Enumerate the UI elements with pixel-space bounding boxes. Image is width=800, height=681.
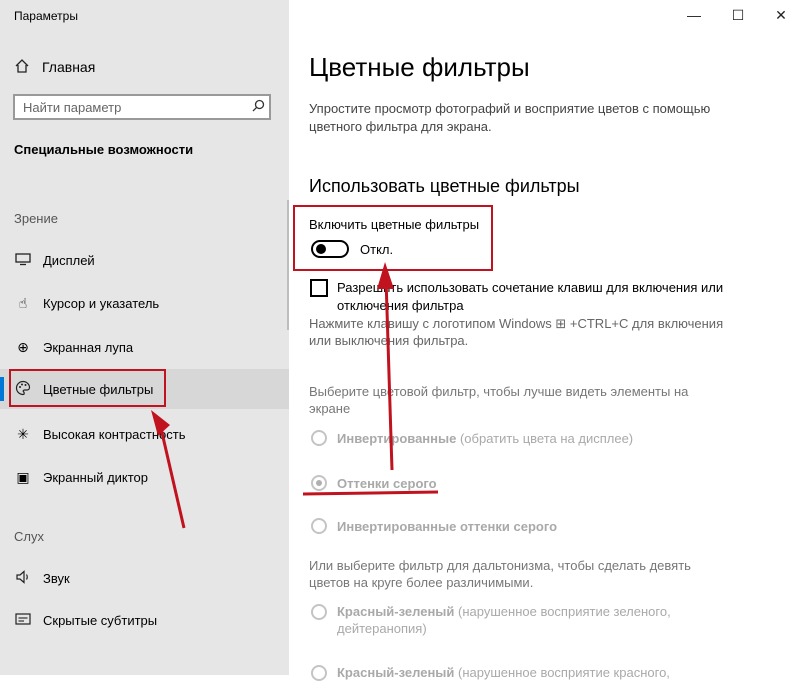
colorblind-text: Или выберите фильтр для дальтонизма, что…	[309, 558, 691, 590]
cursor-icon: ☝	[18, 294, 28, 311]
sidebar-item-label: Экранная лупа	[43, 339, 134, 355]
audio-icon	[14, 569, 32, 587]
radio-inverted-grayscale[interactable]	[311, 518, 327, 534]
radio-red-green-protanopia-label[interactable]: Красный-зеленый (нарушенное восприятие к…	[337, 664, 727, 681]
sidebar-item-high-contrast[interactable]: ✳ Высокая контрастность	[0, 414, 289, 454]
section-subheading: Использовать цветные фильтры	[309, 176, 580, 196]
page-description: Упростите просмотр фотографий и восприят…	[309, 101, 711, 134]
sidebar-item-label: Скрытые субтитры	[43, 612, 158, 628]
group-label-vision: Зрение	[14, 211, 58, 226]
section-title: Специальные возможности	[14, 142, 194, 157]
sidebar-item-label: Высокая контрастность	[43, 426, 186, 442]
group-label-hearing: Слух	[14, 529, 44, 544]
radio-label-text: Красный-зеленый	[337, 604, 455, 619]
radio-label-note: (обратить цвета на дисплее)	[459, 431, 634, 446]
sidebar-item-narrator[interactable]: ▣ Экранный диктор	[0, 457, 289, 497]
annotation-highlight-sidebar	[9, 369, 166, 407]
close-button[interactable]: ✕	[763, 4, 799, 26]
home-icon	[14, 58, 32, 77]
sidebar-item-magnifier[interactable]: ⊕ Экранная лупа	[0, 327, 289, 367]
radio-inverted-grayscale-label[interactable]: Инвертированные оттенки серого	[337, 518, 737, 535]
choose-filter-text: Выберите цветовой фильтр, чтобы лучше ви…	[309, 384, 689, 416]
magnifier-icon: ⊕	[17, 338, 29, 355]
sidebar-item-cursor[interactable]: ☝ Курсор и указатель	[0, 283, 289, 323]
shortcut-checkbox-label[interactable]: Разрешить использовать сочетание клавиш …	[337, 279, 757, 315]
radio-label-text: Инвертированные	[337, 431, 457, 446]
sidebar-item-audio[interactable]: Звук	[0, 558, 289, 598]
sidebar: Параметры Главная Специальные возможност…	[0, 0, 289, 675]
nav-home[interactable]: Главная	[0, 52, 289, 82]
sidebar-item-display[interactable]: Дисплей	[0, 240, 289, 280]
minimize-button[interactable]: —	[676, 4, 712, 26]
maximize-button[interactable]: ☐	[720, 4, 756, 26]
radio-label-text: Оттенки серого	[337, 476, 437, 491]
radio-label-note: (нарушенное восприятие красного,	[458, 665, 670, 680]
radio-inverted-label[interactable]: Инвертированные (обратить цвета на диспл…	[337, 430, 737, 447]
annotation-highlight-toggle	[293, 205, 493, 271]
radio-red-green-deuteranopia[interactable]	[311, 604, 327, 620]
search-input[interactable]	[15, 98, 247, 116]
sidebar-item-label: Звук	[43, 570, 70, 586]
captions-icon	[14, 612, 32, 629]
main-content: Цветные фильтры Упростите просмотр фотог…	[289, 0, 800, 681]
app-title: Параметры	[14, 9, 78, 23]
radio-inverted[interactable]	[311, 430, 327, 446]
radio-red-green-deuteranopia-label[interactable]: Красный-зеленый (нарушенное восприятие з…	[337, 603, 727, 637]
search-icon[interactable]	[247, 99, 269, 115]
page-title: Цветные фильтры	[309, 52, 530, 82]
nav-home-label: Главная	[42, 59, 96, 75]
shortcut-checkbox[interactable]	[310, 279, 328, 297]
radio-grayscale[interactable]	[311, 475, 327, 491]
radio-label-text: Красный-зеленый	[337, 665, 455, 680]
sidebar-item-label: Дисплей	[43, 252, 95, 268]
search-box[interactable]	[13, 94, 271, 120]
contrast-icon: ✳	[17, 425, 29, 442]
display-icon	[14, 252, 32, 269]
sidebar-item-captions[interactable]: Скрытые субтитры	[0, 600, 289, 640]
narrator-icon: ▣	[16, 468, 30, 485]
radio-grayscale-label[interactable]: Оттенки серого	[337, 475, 737, 492]
sidebar-item-label: Экранный диктор	[43, 469, 149, 485]
radio-label-text: Инвертированные оттенки серого	[337, 519, 558, 534]
shortcut-hint: Нажмите клавишу с логотипом Windows ⊞ +C…	[309, 316, 724, 348]
sidebar-item-label: Курсор и указатель	[43, 295, 160, 311]
radio-red-green-protanopia[interactable]	[311, 665, 327, 681]
